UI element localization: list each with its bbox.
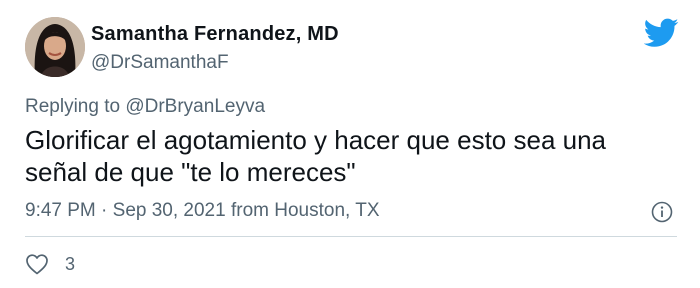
author-name[interactable]: Samantha Fernandez, MD [91,23,339,46]
heart-icon[interactable] [25,253,49,275]
avatar-photo [25,17,85,77]
divider [25,236,677,237]
avatar[interactable] [25,17,85,77]
reply-mention-link[interactable]: @DrBryanLeyva [125,96,265,117]
author-handle[interactable]: @DrSamanthaF [91,52,229,74]
tweet-timestamp[interactable]: 9:47 PM · Sep 30, 2021 from Houston, TX [25,200,380,222]
replying-to-label: Replying to [25,96,121,117]
replying-to: Replying to @DrBryanLeyva [25,96,265,118]
tweet-text: Glorificar el agotamiento y hacer que es… [25,125,607,187]
like-count: 3 [65,253,76,274]
info-icon[interactable] [651,201,673,223]
like-action[interactable]: 3 [25,252,75,276]
tweet-card: Samantha Fernandez, MD @DrSamanthaF Repl… [0,0,700,288]
twitter-bird-icon[interactable] [644,18,679,48]
